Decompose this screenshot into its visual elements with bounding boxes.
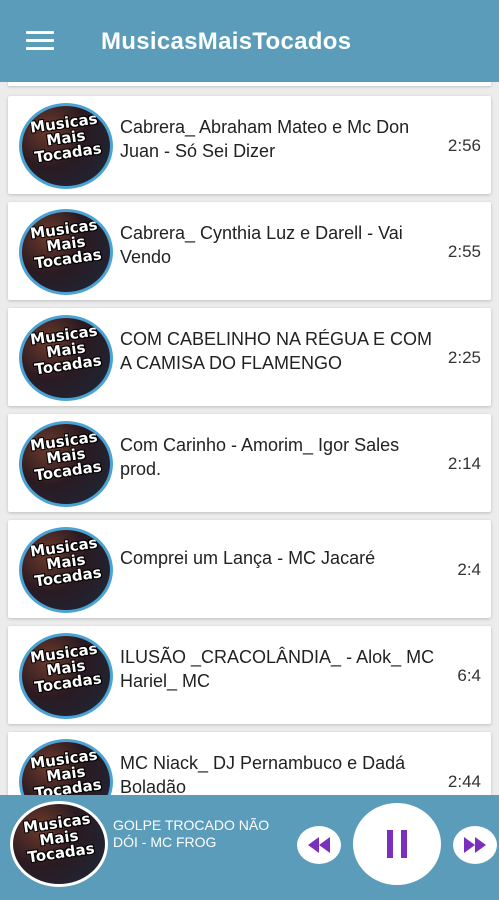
song-title: Cabrera_ Abraham Mateo e Mc Don Juan - S… xyxy=(120,117,410,161)
song-item[interactable]: Musicas Mais Tocadas Comprei um Lança - MC… xyxy=(8,520,491,618)
song-title: ILUSÃO _CRACOLÂNDIA_ - Alok_ MC Hariel_ … xyxy=(120,647,435,691)
album-thumbnail: Musicas Mais Tocadas xyxy=(19,209,113,295)
fast-forward-icon xyxy=(464,837,486,853)
album-thumbnail: Musicas Mais Tocadas xyxy=(19,103,113,189)
song-duration: 2:4 xyxy=(457,560,481,579)
pause-button[interactable] xyxy=(353,803,441,885)
song-item[interactable]: Musicas Mais Tocadas ILUSÃO _CRACOLÂNDIA_ … xyxy=(8,626,491,724)
song-duration: 2:44 xyxy=(447,772,481,791)
menu-icon[interactable] xyxy=(26,31,54,51)
album-thumbnail: Musicas Mais Tocadas xyxy=(19,527,113,613)
album-thumbnail: Musicas Mais Tocadas xyxy=(19,633,113,719)
pause-icon xyxy=(387,830,407,858)
song-title: Comprei um Lança - MC Jacaré xyxy=(120,548,376,568)
song-item[interactable]: Musicas Mais Tocadas Cabrera_ Abraham Mate… xyxy=(8,96,491,194)
song-title: MC Niack_ DJ Pernambuco e Dadá Boladão xyxy=(120,753,406,795)
list-item-partial[interactable] xyxy=(8,82,491,86)
now-playing-title: GOLPE TROCADO NÃO DÓI - MC FROG xyxy=(113,817,270,850)
song-duration: 6:4 xyxy=(457,666,481,685)
song-duration: 2:55 xyxy=(447,242,481,261)
song-title: Com Carinho - Amorim_ Igor Sales prod. xyxy=(120,435,400,479)
status-bar xyxy=(0,0,499,8)
fast-forward-button[interactable] xyxy=(453,826,497,864)
song-item[interactable]: Musicas Mais Tocadas MC Niack_ DJ Pernambu… xyxy=(8,732,491,795)
song-item[interactable]: Musicas Mais Tocadas Com Carinho - Amorim_… xyxy=(8,414,491,512)
album-thumbnail: Musicas Mais Tocadas xyxy=(19,315,113,401)
song-duration: 2:25 xyxy=(447,348,481,367)
song-item[interactable]: Musicas Mais Tocadas Cabrera_ Cynthia Luz … xyxy=(8,202,491,300)
song-title: COM CABELINHO NA RÉGUA E COM A CAMISA DO… xyxy=(120,329,433,373)
song-title: Cabrera_ Cynthia Luz e Darell - Vai Vend… xyxy=(120,223,403,267)
album-thumbnail: Musicas Mais Tocadas xyxy=(19,421,113,507)
song-duration: 2:14 xyxy=(447,454,481,473)
now-playing-thumbnail[interactable]: Musicas Mais Tocadas xyxy=(10,801,108,887)
song-duration: 2:56 xyxy=(447,136,481,155)
album-thumbnail: Musicas Mais Tocadas xyxy=(19,739,113,795)
song-item[interactable]: Musicas Mais Tocadas COM CABELINHO NA RÉGU… xyxy=(8,308,491,406)
player-bar: Musicas Mais Tocadas GOLPE TROCADO NÃO DÓI… xyxy=(0,795,499,900)
song-list[interactable]: Musicas Mais Tocadas Cabrera_ Abraham Mate… xyxy=(0,82,499,795)
app-title: MusicasMaisTocados xyxy=(101,28,352,55)
app-bar: MusicasMaisTocados xyxy=(0,0,499,82)
rewind-button[interactable] xyxy=(297,826,341,864)
rewind-icon xyxy=(308,837,330,853)
